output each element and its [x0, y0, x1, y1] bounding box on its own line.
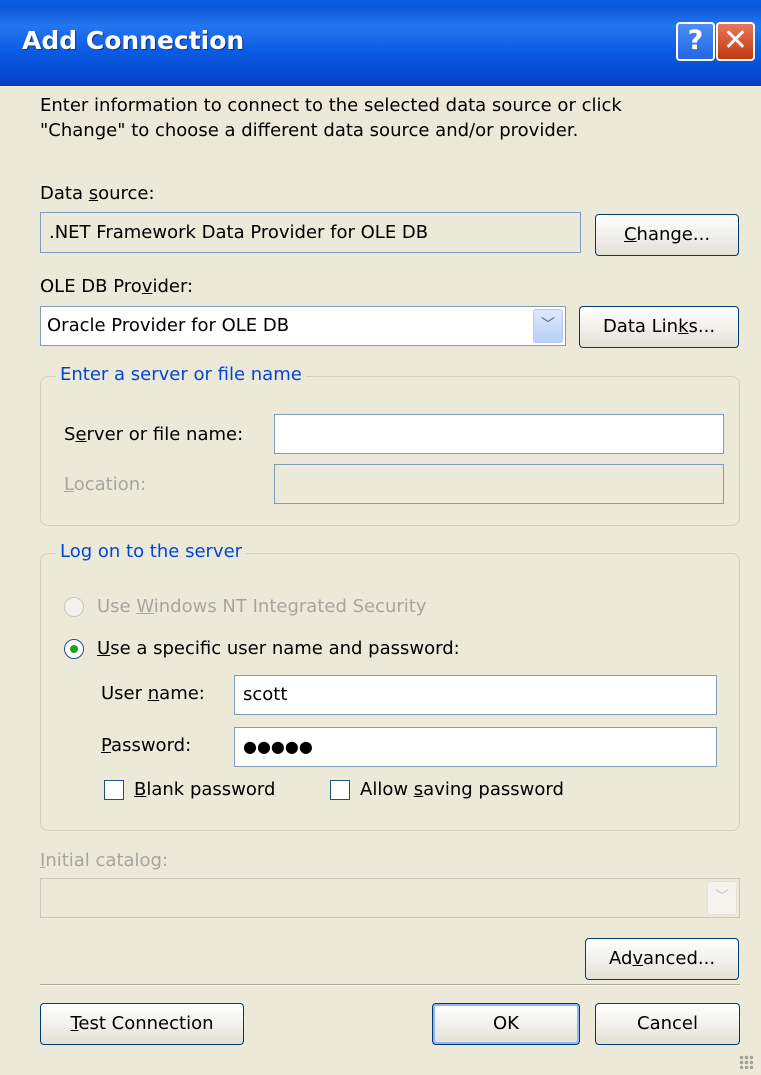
password-label: Password:: [101, 735, 192, 756]
server-name-label: Server or file name:: [64, 424, 244, 445]
chevron-down-icon: ﹀: [707, 881, 737, 915]
logon-group-legend: Log on to the server: [56, 541, 247, 562]
windows-nt-security-label: Use Windows NT Integrated Security: [97, 596, 427, 617]
chevron-down-icon[interactable]: ﹀: [533, 309, 563, 343]
close-button[interactable]: ✕: [716, 22, 755, 61]
test-connection-button[interactable]: Test Connection: [40, 1003, 244, 1045]
radio-selected-icon: [70, 645, 78, 653]
close-icon: ✕: [722, 23, 749, 58]
user-name-input[interactable]: scott: [234, 675, 717, 715]
initial-catalog-select: ﹀: [40, 878, 740, 918]
ole-db-provider-value: Oracle Provider for OLE DB: [47, 315, 290, 336]
cancel-button[interactable]: Cancel: [595, 1003, 740, 1045]
change-button[interactable]: Change...: [595, 214, 739, 256]
server-group-legend: Enter a server or file name: [56, 364, 306, 385]
separator: [40, 984, 740, 986]
location-input: [274, 464, 724, 504]
dialog-title: Add Connection: [22, 26, 245, 55]
help-icon: ?: [687, 25, 704, 56]
specific-user-label[interactable]: Use a specific user name and password:: [97, 638, 460, 659]
user-name-label: User name:: [101, 683, 205, 704]
data-source-field: .NET Framework Data Provider for OLE DB: [40, 212, 581, 253]
intro-line-1: Enter information to connect to the sele…: [40, 95, 622, 116]
ok-button[interactable]: OK: [432, 1003, 580, 1045]
server-name-input[interactable]: [274, 414, 724, 454]
initial-catalog-label: Initial catalog:: [40, 850, 169, 871]
ole-db-provider-label: OLE DB Provider:: [40, 276, 194, 297]
resize-grip-icon[interactable]: [739, 1055, 753, 1069]
blank-password-label[interactable]: Blank password: [134, 779, 275, 800]
advanced-button[interactable]: Advanced...: [585, 938, 739, 980]
specific-user-radio[interactable]: [64, 639, 84, 659]
title-bar[interactable]: Add Connection ? ✕: [0, 0, 761, 86]
help-button[interactable]: ?: [676, 22, 715, 61]
allow-saving-password-checkbox[interactable]: [330, 780, 350, 800]
ole-db-provider-select[interactable]: Oracle Provider for OLE DB ﹀: [40, 306, 566, 346]
intro-line-2: "Change" to choose a different data sour…: [40, 120, 579, 141]
add-connection-dialog: Add Connection ? ✕ Enter information to …: [0, 0, 761, 1075]
data-source-value: .NET Framework Data Provider for OLE DB: [49, 222, 429, 243]
allow-saving-password-label[interactable]: Allow saving password: [360, 779, 564, 800]
password-input[interactable]: ●●●●●: [234, 727, 717, 767]
windows-nt-security-radio: [64, 597, 84, 617]
blank-password-checkbox[interactable]: [104, 780, 124, 800]
data-links-button[interactable]: Data Links...: [579, 306, 739, 348]
location-label: Location:: [64, 474, 147, 495]
data-source-label: Data source:: [40, 183, 155, 204]
